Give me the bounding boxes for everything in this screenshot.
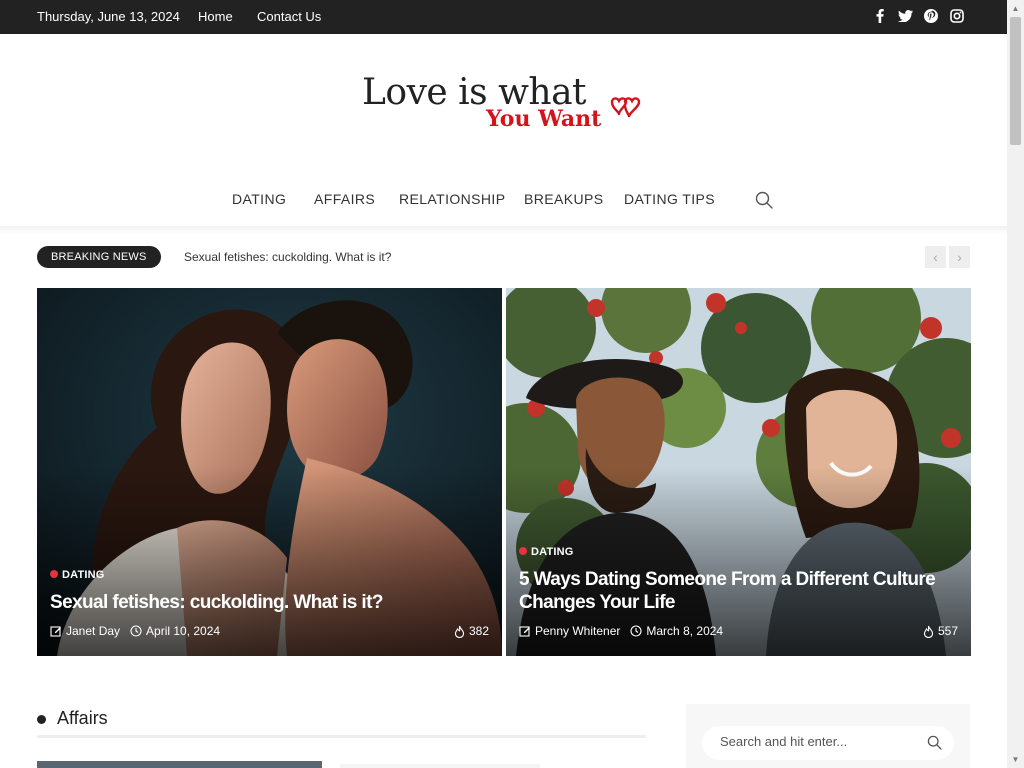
scroll-down-arrow-icon[interactable]: ▼ bbox=[1007, 751, 1024, 768]
instagram-icon[interactable] bbox=[949, 8, 965, 24]
post-title-partial[interactable] bbox=[340, 764, 540, 768]
facebook-icon[interactable] bbox=[872, 8, 888, 24]
post-author[interactable]: Penny Whitener bbox=[519, 624, 620, 638]
fire-icon bbox=[923, 625, 934, 638]
clock-icon bbox=[130, 625, 142, 637]
section-title: Affairs bbox=[57, 708, 108, 728]
current-date: Thursday, June 13, 2024 bbox=[37, 9, 180, 24]
nav-divider bbox=[0, 226, 1007, 234]
section-dot-icon bbox=[37, 715, 46, 724]
category-label: DATING bbox=[62, 569, 105, 581]
featured-post-card[interactable]: DATING Sexual fetishes: cuckolding. What… bbox=[37, 288, 502, 656]
ticker-next-button[interactable]: › bbox=[949, 246, 970, 268]
search-icon[interactable] bbox=[755, 191, 773, 214]
featured-post-card[interactable]: DATING 5 Ways Dating Someone From a Diff… bbox=[506, 288, 971, 656]
post-views: 557 bbox=[923, 624, 958, 638]
search-icon[interactable] bbox=[927, 735, 942, 755]
pinterest-icon[interactable] bbox=[923, 8, 939, 24]
view-count: 557 bbox=[937, 624, 958, 638]
breaking-news-headline[interactable]: Sexual fetishes: cuckolding. What is it? bbox=[184, 250, 391, 264]
post-category[interactable]: DATING bbox=[519, 546, 574, 558]
post-meta: Janet Day April 10, 2024 bbox=[50, 624, 230, 638]
post-date: April 10, 2024 bbox=[130, 624, 220, 638]
post-date: March 8, 2024 bbox=[630, 624, 723, 638]
author-name: Penny Whitener bbox=[535, 624, 621, 638]
sidebar-search-widget bbox=[686, 704, 970, 768]
post-title[interactable]: 5 Ways Dating Someone From a Different C… bbox=[519, 568, 959, 614]
clock-icon bbox=[630, 625, 642, 637]
main-navigation: DATING AFFAIRS RELATIONSHIP BREAKUPS DAT… bbox=[0, 180, 1007, 220]
sidebar-search-input[interactable] bbox=[720, 734, 910, 749]
sidebar-search-box bbox=[702, 726, 954, 760]
fire-icon bbox=[454, 625, 465, 638]
post-title[interactable]: Sexual fetishes: cuckolding. What is it? bbox=[50, 591, 490, 614]
scrollbar-thumb[interactable] bbox=[1010, 17, 1021, 145]
post-views: 382 bbox=[454, 624, 489, 638]
category-dot-icon bbox=[50, 570, 58, 578]
page: Thursday, June 13, 2024 Home Contact Us … bbox=[0, 0, 1007, 768]
edit-icon bbox=[519, 626, 530, 637]
author-name: Janet Day bbox=[66, 624, 121, 638]
post-category[interactable]: DATING bbox=[50, 569, 105, 581]
top-bar: Thursday, June 13, 2024 Home Contact Us bbox=[0, 0, 1007, 34]
section-heading-affairs: Affairs bbox=[37, 708, 646, 738]
edit-icon bbox=[50, 626, 61, 637]
nav-item-affairs[interactable]: AFFAIRS bbox=[314, 191, 375, 207]
date-text: March 8, 2024 bbox=[646, 624, 724, 638]
nav-item-dating[interactable]: DATING bbox=[232, 191, 286, 207]
nav-link-home[interactable]: Home bbox=[198, 9, 233, 24]
breaking-news-label: BREAKING NEWS bbox=[37, 246, 161, 268]
hearts-logo-icon bbox=[610, 97, 641, 118]
nav-item-relationship[interactable]: RELATIONSHIP bbox=[399, 191, 505, 207]
category-dot-icon bbox=[519, 547, 527, 555]
nav-item-breakups[interactable]: BREAKUPS bbox=[524, 191, 603, 207]
view-count: 382 bbox=[468, 624, 489, 638]
post-meta: Penny Whitener March 8, 2024 bbox=[519, 624, 733, 638]
breaking-news-ticker: BREAKING NEWS Sexual fetishes: cuckoldin… bbox=[37, 246, 971, 268]
ticker-prev-button[interactable]: ‹ bbox=[925, 246, 946, 268]
post-author[interactable]: Janet Day bbox=[50, 624, 120, 638]
category-label: DATING bbox=[531, 546, 574, 558]
scroll-up-arrow-icon[interactable]: ▲ bbox=[1007, 0, 1024, 17]
nav-item-dating-tips[interactable]: DATING TIPS bbox=[624, 191, 715, 207]
site-logo[interactable]: Love is what You Want bbox=[362, 72, 652, 138]
nav-link-contact-us[interactable]: Contact Us bbox=[257, 9, 321, 24]
post-thumbnail[interactable] bbox=[37, 761, 322, 768]
date-text: April 10, 2024 bbox=[146, 624, 221, 638]
logo-text-line2: You Want bbox=[486, 106, 602, 132]
vertical-scrollbar[interactable]: ▲ ▼ bbox=[1007, 0, 1024, 768]
twitter-icon[interactable] bbox=[897, 8, 913, 24]
